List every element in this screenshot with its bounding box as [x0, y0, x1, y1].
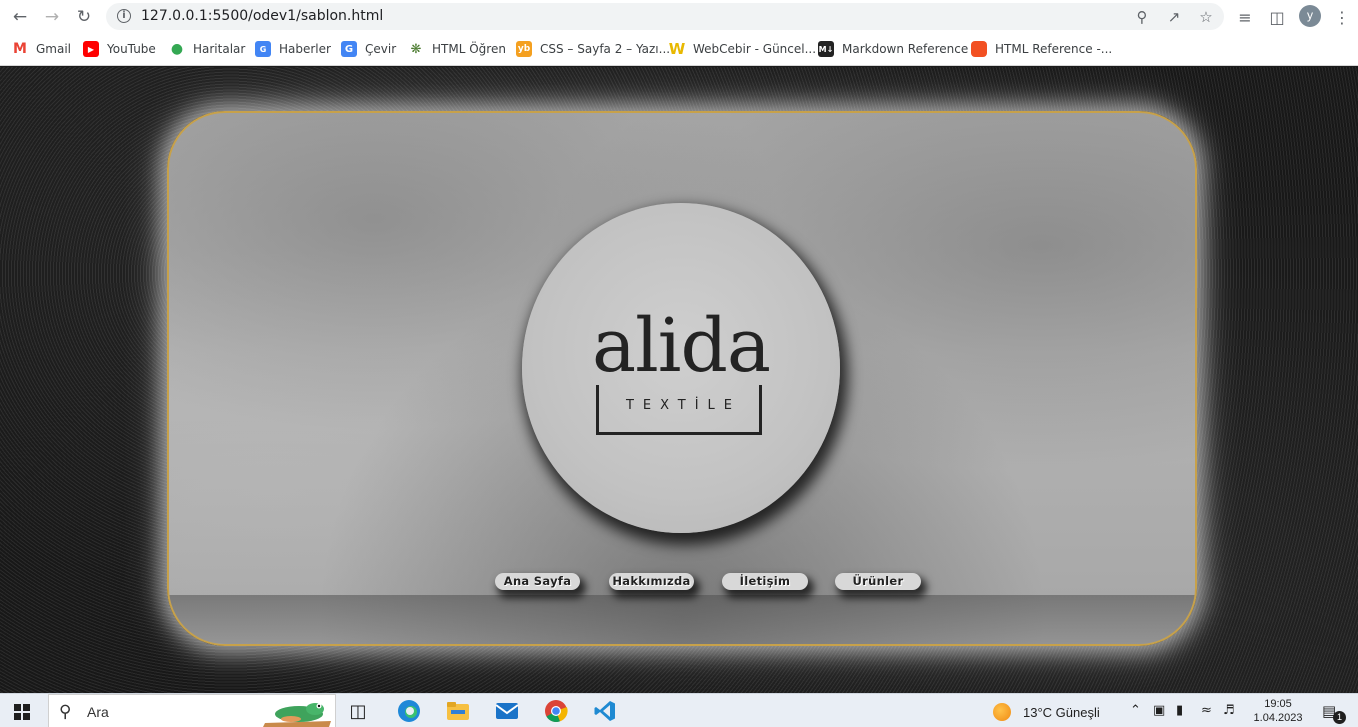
- profile-avatar[interactable]: y: [1299, 5, 1321, 27]
- share-icon[interactable]: ↗: [1163, 6, 1185, 28]
- kebab-menu-icon[interactable]: ⋮: [1329, 4, 1355, 30]
- bookmark-html-learn[interactable]: ❋ HTML Öğren: [408, 39, 506, 59]
- side-panel-icon[interactable]: ◫: [1264, 4, 1290, 30]
- zoom-icon[interactable]: ⚲: [1131, 6, 1153, 28]
- star-icon[interactable]: ☆: [1195, 6, 1217, 28]
- info-icon[interactable]: i: [117, 9, 131, 23]
- back-arrow-icon[interactable]: ←: [7, 4, 33, 30]
- chrome-icon[interactable]: [543, 699, 569, 723]
- nav-home-button[interactable]: Ana Sayfa: [495, 573, 580, 590]
- bookmark-label: CSS – Sayfa 2 – Yazı...: [540, 42, 671, 56]
- bookmark-maps[interactable]: ● Haritalar: [169, 39, 245, 59]
- bookmark-label: YouTube: [107, 42, 156, 56]
- news-icon: G: [255, 41, 271, 57]
- wifi-icon[interactable]: ≈: [1201, 703, 1212, 718]
- bookmark-label: HTML Reference -...: [995, 42, 1113, 56]
- markdown-icon: M↓: [818, 41, 834, 57]
- mail-icon[interactable]: [494, 699, 520, 723]
- panel-footer-band: [169, 595, 1195, 644]
- bookmark-label: Haberler: [279, 42, 331, 56]
- taskbar: ⚲ Ara ◫ 13°C Güneşli ⌃ ▣ ▮ ≈ ♬ 19:05 1.0…: [0, 693, 1358, 727]
- yb-icon: yb: [516, 41, 532, 57]
- clock-time: 19:05: [1264, 698, 1292, 710]
- file-explorer-icon[interactable]: [445, 699, 471, 723]
- page-viewport: alida TEXTİLE Ana Sayfa Hakkımızda İleti…: [0, 67, 1358, 693]
- windows-start-icon[interactable]: [14, 704, 30, 720]
- nav-about-button[interactable]: Hakkımızda: [609, 573, 694, 590]
- frog-illustration-icon: [263, 703, 331, 727]
- forward-arrow-icon[interactable]: →: [39, 4, 65, 30]
- meet-now-icon[interactable]: ▣: [1153, 703, 1165, 718]
- url-text[interactable]: 127.0.0.1:5500/odev1/sablon.html: [141, 8, 383, 24]
- logo-subtitle: TEXTİLE: [625, 398, 742, 413]
- bookmarks-bar: M Gmail ▶ YouTube ● Haritalar G Haberler…: [0, 33, 1358, 66]
- youtube-icon: ▶: [83, 41, 99, 57]
- vscode-icon[interactable]: [592, 699, 618, 723]
- bookmark-label: HTML Öğren: [432, 42, 506, 56]
- bookmark-label: Haritalar: [193, 42, 246, 56]
- nav-contact-button[interactable]: İletişim: [722, 573, 808, 590]
- bug-icon: ❋: [408, 41, 424, 57]
- bookmark-news[interactable]: G Haberler: [255, 39, 331, 59]
- bookmark-label: Gmail: [36, 42, 72, 56]
- task-view-icon[interactable]: ◫: [345, 699, 371, 723]
- logo-wordmark: alida: [592, 303, 771, 389]
- taskbar-search[interactable]: ⚲ Ara: [48, 694, 336, 727]
- maps-icon: ●: [169, 41, 185, 57]
- search-placeholder: Ara: [87, 704, 109, 720]
- weather-text[interactable]: 13°C Güneşli: [1023, 705, 1100, 720]
- w-icon: W: [668, 40, 686, 58]
- weather-sun-icon[interactable]: [993, 703, 1011, 721]
- bookmark-label: Çevir: [365, 42, 397, 56]
- bookmark-html-ref[interactable]: HTML Reference -...: [971, 39, 1112, 59]
- search-icon: ⚲: [59, 702, 72, 722]
- bookmark-label: Markdown Reference: [842, 42, 969, 56]
- system-clock[interactable]: 19:05 1.04.2023: [1252, 697, 1304, 725]
- bookmark-gmail[interactable]: M Gmail: [12, 39, 71, 59]
- bookmark-webcebir[interactable]: W WebCebir - Güncel...: [669, 39, 816, 59]
- bookmark-markdown[interactable]: M↓ Markdown Reference: [818, 39, 968, 59]
- reload-icon[interactable]: ↻: [71, 4, 97, 30]
- reading-list-icon[interactable]: ≡: [1232, 4, 1258, 30]
- battery-icon[interactable]: ▮: [1176, 703, 1183, 718]
- bookmark-css[interactable]: yb CSS – Sayfa 2 – Yazı...: [516, 39, 670, 59]
- volume-icon[interactable]: ♬: [1223, 703, 1235, 718]
- bookmark-translate[interactable]: G Çevir: [341, 39, 396, 59]
- notification-badge: 1: [1333, 711, 1346, 724]
- logo-circle: alida TEXTİLE: [522, 203, 840, 533]
- bookmark-label: WebCebir - Güncel...: [693, 42, 817, 56]
- html-ref-icon: [971, 41, 987, 57]
- address-bar[interactable]: i 127.0.0.1:5500/odev1/sablon.html ⚲ ↗ ☆: [106, 3, 1224, 30]
- edge-icon[interactable]: [396, 699, 422, 723]
- logo-bracket: TEXTİLE: [596, 385, 762, 435]
- content-panel: alida TEXTİLE Ana Sayfa Hakkımızda İleti…: [167, 111, 1197, 646]
- clock-date: 1.04.2023: [1253, 712, 1303, 724]
- gmail-icon: M: [12, 41, 28, 57]
- browser-toolbar: ← → ↻ i 127.0.0.1:5500/odev1/sablon.html…: [0, 0, 1358, 33]
- nav-products-button[interactable]: Ürünler: [835, 573, 921, 590]
- translate-icon: G: [341, 41, 357, 57]
- bookmark-youtube[interactable]: ▶ YouTube: [83, 39, 156, 59]
- chevron-up-icon[interactable]: ⌃: [1130, 703, 1141, 718]
